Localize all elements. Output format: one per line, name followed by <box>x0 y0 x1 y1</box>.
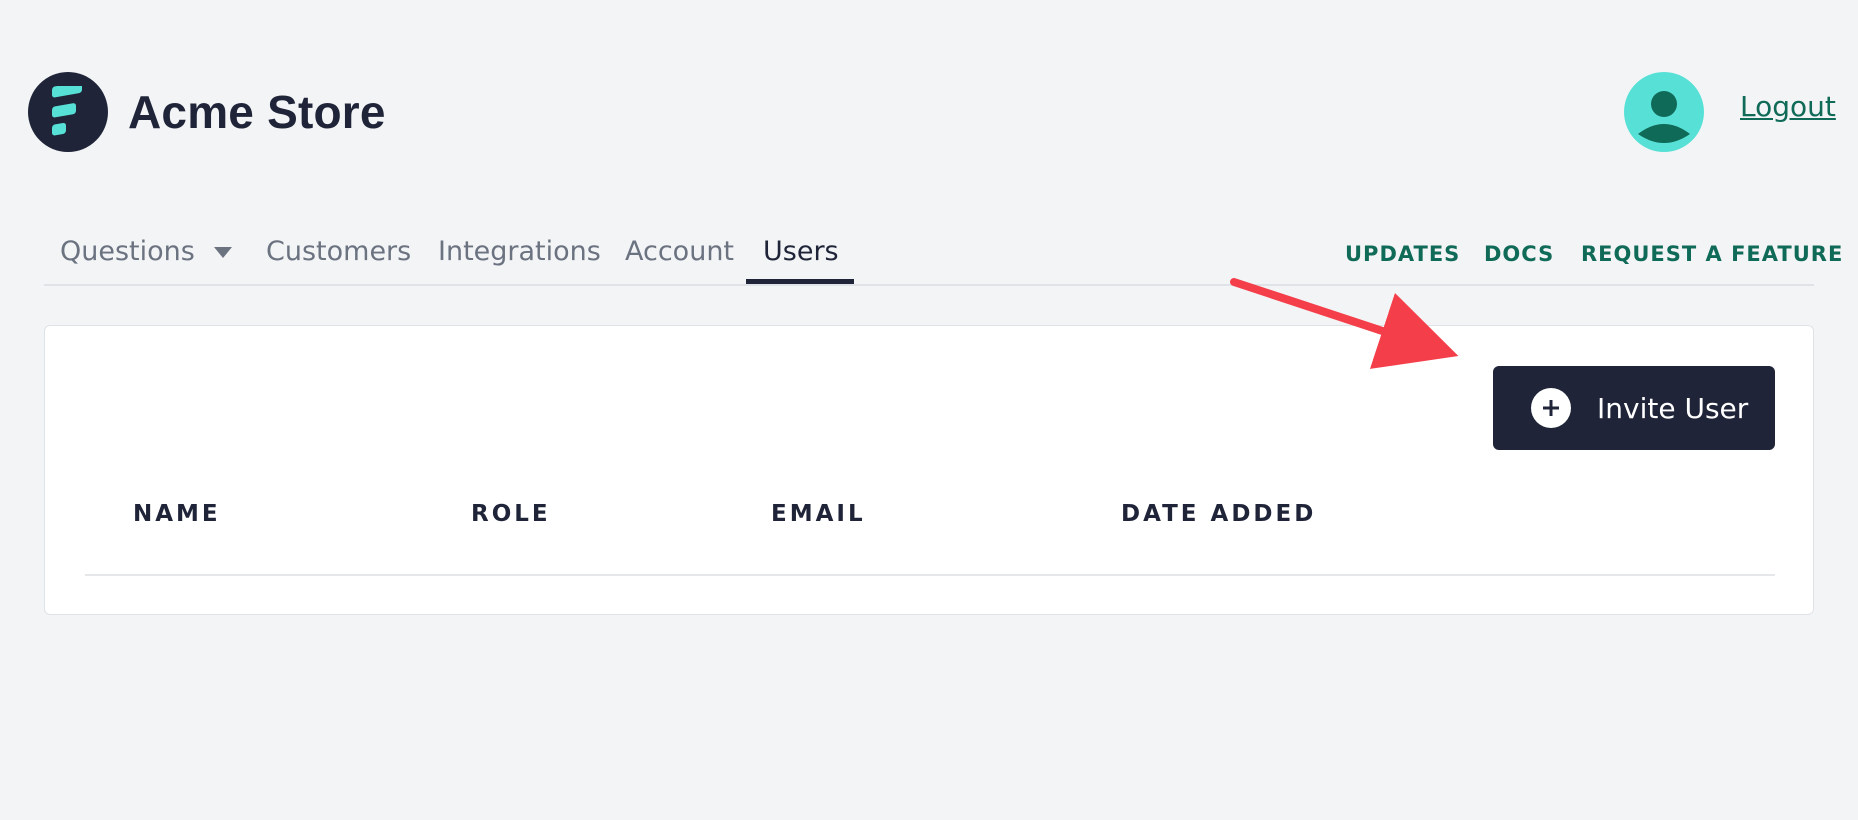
tab-integrations[interactable]: Integrations <box>438 236 601 267</box>
tab-questions[interactable]: Questions <box>60 236 195 267</box>
brand[interactable]: Acme Store <box>28 72 386 152</box>
brand-logo-icon <box>28 72 108 152</box>
plus-circle-icon <box>1531 388 1571 428</box>
column-header-date-added[interactable]: DATE ADDED <box>1121 501 1316 527</box>
users-page: Acme Store Logout Questions Customers In… <box>0 0 1858 820</box>
active-tab-indicator <box>746 279 854 284</box>
tab-users[interactable]: Users <box>763 236 839 267</box>
column-header-role[interactable]: ROLE <box>471 501 551 527</box>
tab-account[interactable]: Account <box>625 236 734 267</box>
table-divider <box>85 574 1775 576</box>
logout-link[interactable]: Logout <box>1740 90 1836 123</box>
invite-user-label: Invite User <box>1597 391 1749 425</box>
main-nav: Questions Customers Integrations Account… <box>44 228 1842 286</box>
user-avatar-icon[interactable] <box>1624 72 1704 152</box>
column-header-email[interactable]: EMAIL <box>771 501 866 527</box>
users-card: Invite User NAME ROLE EMAIL DATE ADDED <box>44 325 1814 615</box>
updates-link[interactable]: UPDATES <box>1345 242 1460 266</box>
caret-down-icon[interactable] <box>214 244 232 263</box>
column-header-name[interactable]: NAME <box>133 501 221 527</box>
app-name: Acme Store <box>128 86 386 138</box>
request-feature-link[interactable]: REQUEST A FEATURE <box>1581 242 1843 266</box>
tab-customers[interactable]: Customers <box>266 236 411 267</box>
docs-link[interactable]: DOCS <box>1484 242 1554 266</box>
invite-user-button[interactable]: Invite User <box>1493 366 1775 450</box>
